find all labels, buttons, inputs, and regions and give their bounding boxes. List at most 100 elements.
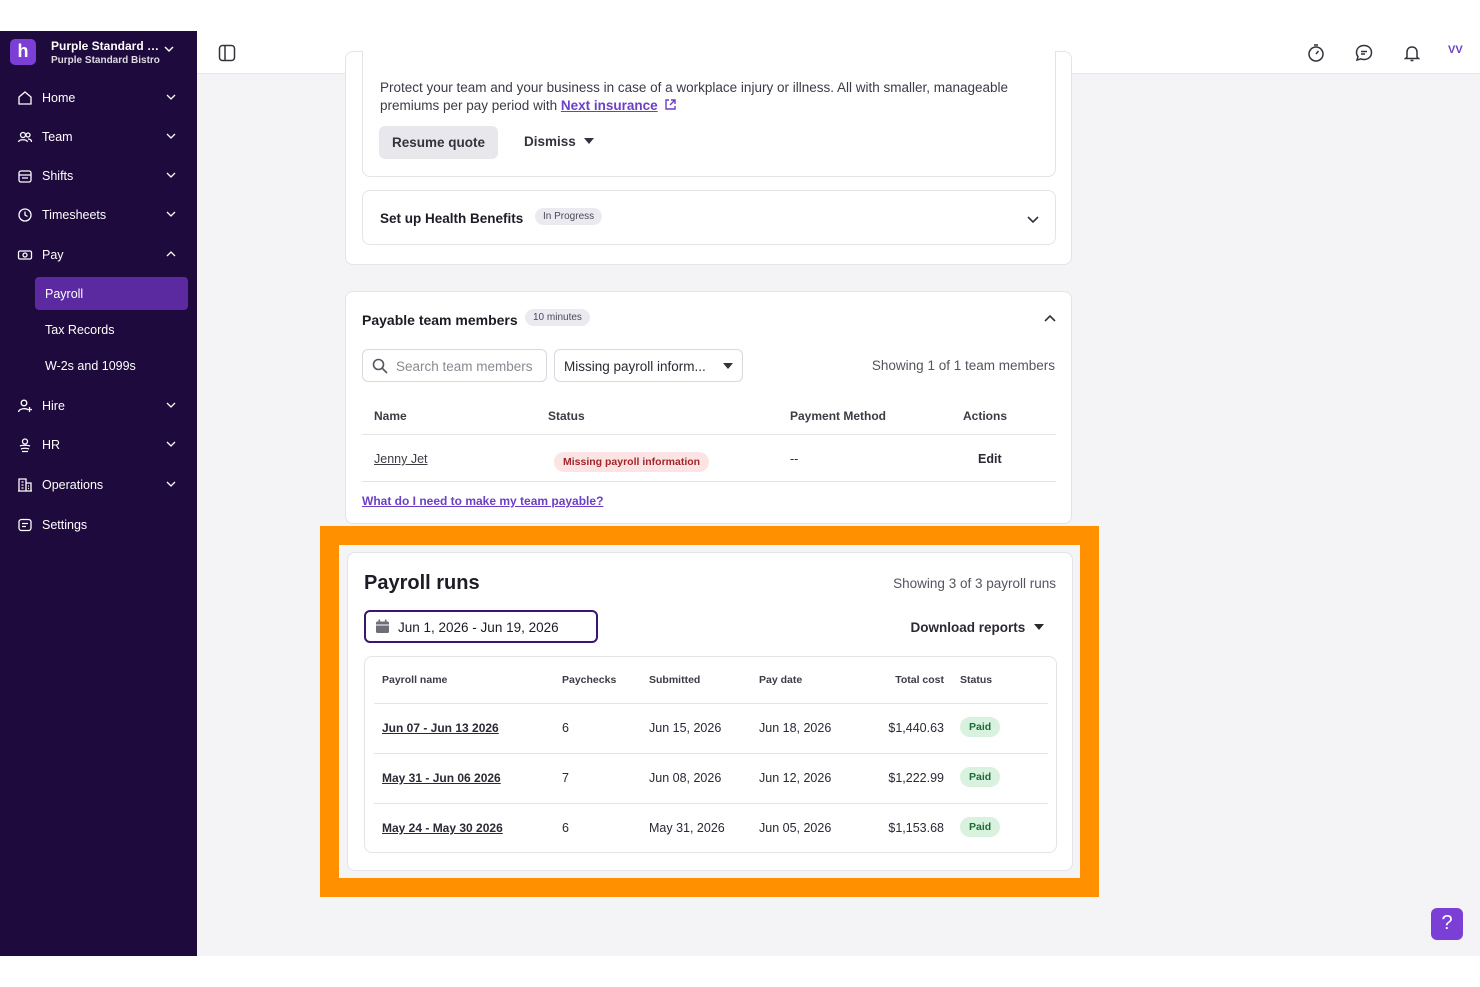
org-name: Purple Standard C... bbox=[51, 39, 163, 53]
status-badge: In Progress bbox=[535, 208, 603, 225]
status-filter-select[interactable]: Missing payroll inform... bbox=[554, 349, 743, 382]
total-cost: $1,440.63 bbox=[888, 721, 944, 735]
pay-date: Jun 18, 2026 bbox=[759, 721, 832, 735]
column-header-pay-date: Pay date bbox=[759, 674, 803, 686]
payment-method: -- bbox=[790, 452, 799, 466]
calendar-icon bbox=[18, 170, 32, 183]
sidebar-item-label: Operations bbox=[42, 478, 104, 492]
timer-icon[interactable] bbox=[1306, 43, 1326, 63]
sidebar-item-payroll[interactable]: Payroll bbox=[35, 277, 188, 310]
column-header-payment: Payment Method bbox=[790, 409, 887, 423]
add-person-icon bbox=[17, 399, 32, 413]
download-reports-button[interactable]: Download reports bbox=[910, 620, 1044, 635]
filter-value: Missing payroll inform... bbox=[564, 359, 706, 374]
download-reports-label: Download reports bbox=[910, 620, 1026, 635]
caret-down-icon bbox=[583, 138, 594, 144]
dismiss-label: Dismiss bbox=[524, 134, 576, 149]
settings-icon bbox=[18, 518, 32, 532]
health-benefits-panel[interactable]: Set up Health Benefits In Progress bbox=[362, 190, 1056, 245]
edit-button[interactable]: Edit bbox=[978, 452, 1002, 466]
sidebar-item-pay[interactable]: Pay bbox=[17, 244, 182, 266]
showing-count: Showing 1 of 1 team members bbox=[871, 358, 1055, 373]
payroll-name-link[interactable]: May 31 - Jun 06 2026 bbox=[382, 771, 501, 785]
payable-help-link[interactable]: What do I need to make my team payable? bbox=[362, 494, 603, 508]
column-header-payroll-name: Payroll name bbox=[382, 674, 448, 686]
chevron-up-icon bbox=[166, 251, 176, 257]
org-switcher[interactable]: h Purple Standard C... Purple Standard B… bbox=[10, 39, 190, 69]
sidebar-item-team[interactable]: Team bbox=[17, 126, 182, 148]
duration-badge: 10 minutes bbox=[525, 309, 590, 326]
bell-icon[interactable] bbox=[1402, 43, 1422, 63]
total-cost: $1,153.68 bbox=[888, 821, 944, 835]
column-header-submitted: Submitted bbox=[649, 674, 701, 686]
search-icon bbox=[372, 358, 388, 374]
insurance-text-1: Protect your team and your business in c… bbox=[380, 80, 1009, 95]
divider bbox=[374, 753, 1048, 754]
insurance-description: Protect your team and your business in c… bbox=[380, 79, 1050, 115]
pay-date: Jun 12, 2026 bbox=[759, 771, 832, 785]
sidebar-item-w2s[interactable]: W-2s and 1099s bbox=[35, 349, 188, 382]
chevron-down-icon[interactable] bbox=[1026, 212, 1040, 226]
payroll-runs-card: Payroll runs Showing 3 of 3 payroll runs… bbox=[347, 552, 1073, 871]
submitted-date: May 31, 2026 bbox=[649, 821, 725, 835]
column-header-paychecks: Paychecks bbox=[562, 674, 617, 686]
search-input[interactable]: Search team members bbox=[362, 349, 547, 382]
sidebar-toggle-icon[interactable] bbox=[217, 43, 237, 63]
sidebar-item-home[interactable]: Home bbox=[17, 87, 182, 109]
clock-icon bbox=[18, 208, 32, 222]
status-badge: Missing payroll information bbox=[554, 452, 710, 472]
external-link-icon[interactable] bbox=[664, 98, 677, 111]
next-insurance-link[interactable]: Next insurance bbox=[561, 98, 658, 113]
payroll-name-link[interactable]: Jun 07 - Jun 13 2026 bbox=[382, 721, 499, 735]
help-button[interactable]: ? bbox=[1431, 908, 1463, 940]
paychecks-count: 6 bbox=[562, 721, 569, 735]
sidebar-item-label: Pay bbox=[42, 248, 64, 262]
sidebar-item-label: Payroll bbox=[45, 286, 84, 301]
status-badge: Paid bbox=[960, 817, 1001, 837]
divider bbox=[374, 803, 1048, 804]
column-header-total-cost: Total cost bbox=[895, 674, 944, 686]
chevron-up-icon[interactable] bbox=[1043, 312, 1057, 326]
resume-quote-button[interactable]: Resume quote bbox=[379, 126, 498, 159]
avatar[interactable]: VV bbox=[1448, 44, 1463, 56]
member-name-link[interactable]: Jenny Jet bbox=[374, 452, 428, 466]
sidebar-item-label: Hire bbox=[42, 399, 65, 413]
total-cost: $1,222.99 bbox=[888, 771, 944, 785]
pay-date: Jun 05, 2026 bbox=[759, 821, 832, 835]
sidebar-item-timesheets[interactable]: Timesheets bbox=[17, 204, 182, 226]
app-frame: h Purple Standard C... Purple Standard B… bbox=[0, 31, 1480, 956]
setup-card: Protect your team and your business in c… bbox=[345, 51, 1072, 265]
column-header-name: Name bbox=[374, 409, 407, 423]
date-range-picker[interactable]: Jun 1, 2026 - Jun 19, 2026 bbox=[364, 610, 598, 643]
column-header-status: Status bbox=[960, 674, 993, 686]
sidebar-item-hr[interactable]: HR bbox=[17, 434, 182, 456]
chat-icon[interactable] bbox=[1354, 43, 1374, 63]
payroll-name-link[interactable]: May 24 - May 30 2026 bbox=[382, 821, 503, 835]
column-header-status: Status bbox=[548, 409, 585, 423]
caret-down-icon bbox=[723, 363, 733, 369]
health-benefits-title: Set up Health Benefits bbox=[380, 211, 524, 226]
submitted-date: Jun 15, 2026 bbox=[649, 721, 722, 735]
paychecks-count: 6 bbox=[562, 821, 569, 835]
team-icon bbox=[17, 131, 33, 143]
sidebar-item-label: Home bbox=[42, 91, 76, 105]
sidebar-item-label: Timesheets bbox=[42, 208, 107, 222]
caret-down-icon bbox=[1034, 624, 1044, 630]
sidebar-item-label: W-2s and 1099s bbox=[45, 358, 136, 373]
org-location: Purple Standard Bistro bbox=[51, 55, 160, 66]
chevron-down-icon bbox=[166, 441, 176, 447]
sidebar: h Purple Standard C... Purple Standard B… bbox=[0, 31, 197, 956]
sidebar-item-shifts[interactable]: Shifts bbox=[17, 165, 182, 187]
chevron-down-icon bbox=[166, 211, 176, 217]
sidebar-item-hire[interactable]: Hire bbox=[17, 395, 182, 417]
sidebar-item-settings[interactable]: Settings bbox=[17, 514, 182, 536]
showing-count: Showing 3 of 3 payroll runs bbox=[893, 576, 1056, 591]
sidebar-item-operations[interactable]: Operations bbox=[17, 474, 182, 496]
payroll-runs-table: Payroll name Paychecks Submitted Pay dat… bbox=[364, 656, 1057, 853]
calendar-icon bbox=[376, 619, 389, 633]
payroll-runs-title: Payroll runs bbox=[364, 572, 480, 594]
dismiss-button[interactable]: Dismiss bbox=[524, 134, 594, 149]
sidebar-item-tax-records[interactable]: Tax Records bbox=[35, 313, 188, 346]
home-icon bbox=[18, 91, 32, 105]
paychecks-count: 7 bbox=[562, 771, 569, 785]
